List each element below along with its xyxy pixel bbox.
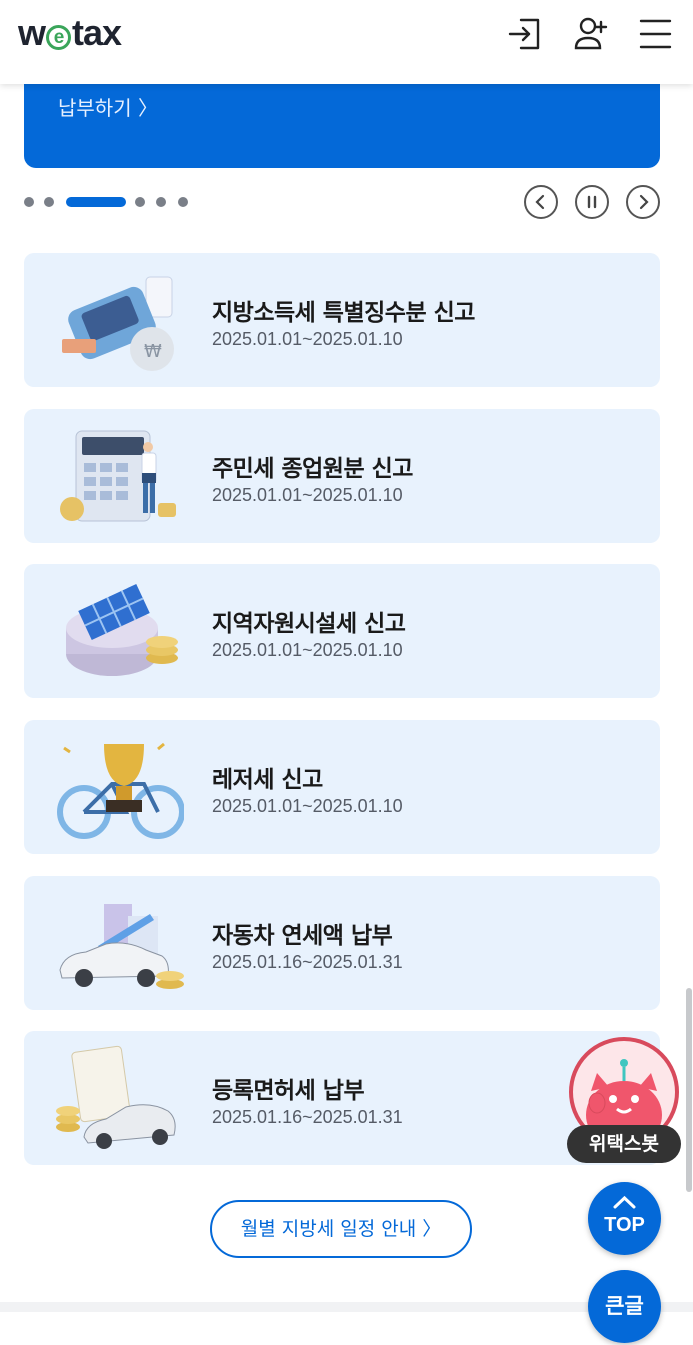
chevron-left-icon xyxy=(535,194,545,210)
carousel-dot-active[interactable] xyxy=(66,197,126,207)
carousel-dot[interactable] xyxy=(44,197,54,207)
schedule-title: 지역자원시설세 신고 xyxy=(212,611,406,637)
chatbot-button[interactable]: 위택스봇 xyxy=(567,1037,681,1165)
schedule-title: 주민세 종업원분 신고 xyxy=(212,456,413,482)
chatbot-label: 위택스봇 xyxy=(567,1125,681,1163)
schedule-card[interactable]: 등록면허세 납부 2025.01.16~2025.01.31 xyxy=(24,1031,660,1165)
prev-button[interactable] xyxy=(524,185,558,219)
carousel-dot[interactable] xyxy=(135,197,145,207)
pay-link[interactable]: 납부하기 〉 xyxy=(58,92,158,121)
calculator-worker-icon xyxy=(60,430,176,522)
schedule-title: 등록면허세 납부 xyxy=(212,1078,365,1104)
car-building-icon xyxy=(59,904,184,989)
schedule-card[interactable]: 레저세 신고 2025.01.01~2025.01.10 xyxy=(24,720,660,854)
large-text-button[interactable]: 큰글 xyxy=(588,1270,661,1343)
schedule-period: 2025.01.16~2025.01.31 xyxy=(212,952,403,972)
monthly-schedule-button[interactable]: 월별 지방세 일정 안내 〉 xyxy=(210,1200,472,1258)
schedule-period: 2025.01.01~2025.01.10 xyxy=(212,640,403,660)
carousel-dot[interactable] xyxy=(178,197,188,207)
schedule-title: 자동차 연세액 납부 xyxy=(212,923,393,949)
menu-icon[interactable] xyxy=(636,14,676,54)
login-icon[interactable] xyxy=(505,14,545,54)
schedule-period: 2025.01.01~2025.01.10 xyxy=(212,329,403,349)
top-label: TOP xyxy=(604,1214,645,1236)
schedule-card[interactable]: 주민세 종업원분 신고 2025.01.01~2025.01.10 xyxy=(24,409,660,543)
chevron-right-icon xyxy=(639,194,649,210)
wetax-logo[interactable]: w e tax xyxy=(18,12,122,54)
pause-icon xyxy=(587,195,597,209)
schedule-period: 2025.01.16~2025.01.31 xyxy=(212,1107,403,1127)
schedule-period: 2025.01.01~2025.01.10 xyxy=(212,485,403,505)
chevron-up-icon xyxy=(613,1195,636,1209)
schedule-card[interactable]: ₩ 지방소득세 특별징수분 신고 2025.01.01~2025.01.10 xyxy=(24,253,660,387)
header: w e tax xyxy=(0,0,693,84)
schedule-card[interactable]: 자동차 연세액 납부 2025.01.16~2025.01.31 xyxy=(24,876,660,1010)
car-document-icon xyxy=(56,1045,176,1149)
schedule-period: 2025.01.01~2025.01.10 xyxy=(212,796,403,816)
carousel-dot[interactable] xyxy=(156,197,166,207)
trophy-bicycle-icon xyxy=(57,742,184,839)
carousel-dot[interactable] xyxy=(24,197,34,207)
pause-button[interactable] xyxy=(575,185,609,219)
solar-facility-icon xyxy=(66,583,178,676)
schedule-title: 지방소득세 특별징수분 신고 xyxy=(212,300,475,326)
user-add-icon[interactable] xyxy=(571,14,611,54)
schedule-title: 레저세 신고 xyxy=(212,767,323,793)
scrollbar[interactable] xyxy=(686,988,692,1192)
payment-terminal-icon: ₩ xyxy=(62,276,174,371)
next-button[interactable] xyxy=(626,185,660,219)
svg-text:₩: ₩ xyxy=(144,341,162,362)
scroll-top-button[interactable]: TOP xyxy=(588,1182,661,1255)
schedule-card[interactable]: 지역자원시설세 신고 2025.01.01~2025.01.10 xyxy=(24,564,660,698)
